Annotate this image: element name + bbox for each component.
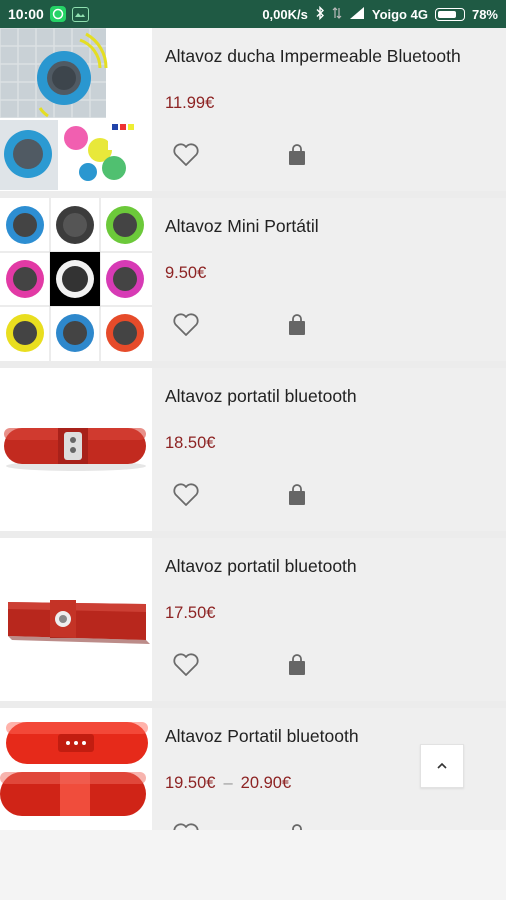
scroll-to-top-button[interactable] [420,744,464,788]
bottom-empty-area [0,830,506,900]
product-price: 11.99€ [165,94,215,112]
gallery-icon [71,6,89,22]
product-title[interactable]: Altavoz portatil bluetooth [165,386,357,407]
battery-percent: 78% [471,6,498,22]
product-info[interactable]: Altavoz portatil bluetooth 17.50€ [152,538,506,701]
carrier: Yoigo 4G [371,6,428,22]
chevron-up-icon [437,762,447,769]
product-info[interactable]: Altavoz ducha Impermeable Bluetooth 11.9… [152,28,506,191]
product-title[interactable]: Altavoz ducha Impermeable Bluetooth [165,46,461,67]
shower-speaker-image[interactable] [0,28,152,191]
bluetooth-icon [315,5,325,23]
product-card[interactable]: Altavoz Mini Portátil 9.50€ [0,198,506,361]
shopping-bag-icon[interactable] [287,144,307,166]
price-min: 19.50€ [165,774,216,792]
mini-speakers-grid-image[interactable] [0,198,152,361]
product-list[interactable]: Altavoz ducha Impermeable Bluetooth 11.9… [0,28,506,830]
product-title[interactable]: Altavoz Portatil bluetooth [165,726,359,747]
product-card[interactable]: Altavoz portatil bluetooth 17.50€ [0,538,506,701]
status-bar: 10:00 0,00K/s Yoigo 4G 78% [0,0,506,28]
battery-icon [434,7,465,21]
price-range-dash: – [223,774,233,792]
card-separator [0,191,506,198]
red-pill-speakers-image[interactable] [0,708,152,830]
shopping-bag-icon[interactable] [287,484,307,506]
card-separator [0,531,506,538]
product-card[interactable]: Altavoz portatil bluetooth 18.50€ [0,368,506,531]
product-info[interactable]: Altavoz Mini Portátil 9.50€ [152,198,506,361]
product-info[interactable]: Altavoz portatil bluetooth 18.50€ [152,368,506,531]
network-speed: 0,00K/s [262,6,308,22]
product-price: 17.50€ [165,604,216,622]
heart-outline-icon[interactable] [172,822,200,830]
clock: 10:00 [8,6,44,22]
heart-outline-icon[interactable] [172,482,200,508]
product-price: 9.50€ [165,264,207,282]
product-price-range: 19.50€ –20.90€ [165,774,291,793]
card-separator [0,701,506,708]
pill-speaker-image[interactable] [0,368,152,531]
shopping-bag-icon[interactable] [287,314,307,336]
product-title[interactable]: Altavoz portatil bluetooth [165,556,357,577]
product-card[interactable]: Altavoz ducha Impermeable Bluetooth 11.9… [0,28,506,191]
card-separator [0,361,506,368]
heart-outline-icon[interactable] [172,142,200,168]
shopping-bag-icon[interactable] [287,654,307,676]
product-price: 18.50€ [165,434,216,452]
whatsapp-icon [49,6,66,22]
heart-outline-icon[interactable] [172,312,200,338]
heart-outline-icon[interactable] [172,652,200,678]
signal-icon [349,6,365,23]
bar-speaker-image[interactable] [0,538,152,701]
product-title[interactable]: Altavoz Mini Portátil [165,216,319,237]
data-arrows-icon [332,6,342,23]
price-max: 20.90€ [240,774,292,792]
